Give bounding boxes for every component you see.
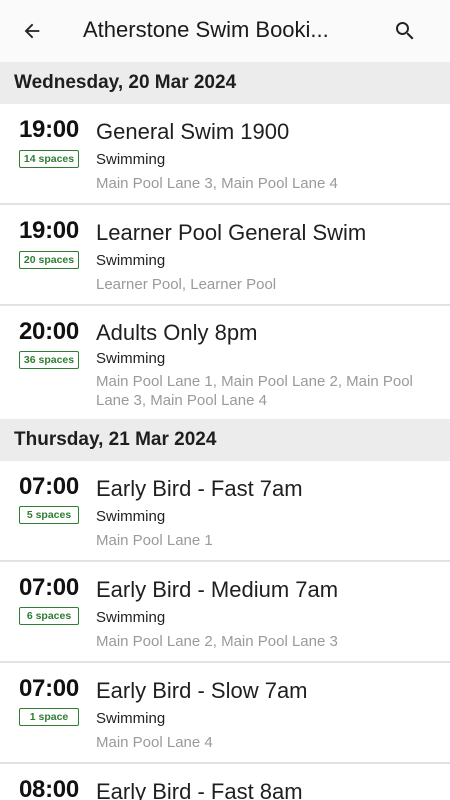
session-time: 07:00 (19, 473, 79, 500)
session-name: Early Bird - Medium 7am (96, 577, 339, 602)
session-time: 08:00 (19, 776, 79, 800)
search-button[interactable] (390, 16, 420, 46)
app-bar: Atherstone Swim Booki... (0, 0, 450, 62)
session-row[interactable]: 07:00 5 spaces Early Bird - Fast 7am Swi… (0, 461, 450, 562)
session-row[interactable]: 08:00 Early Bird - Fast 8am (0, 764, 450, 800)
session-time: 19:00 (19, 116, 79, 143)
session-row[interactable]: 19:00 20 spaces Learner Pool General Swi… (0, 205, 450, 306)
session-activity: Swimming (96, 350, 166, 367)
session-row[interactable]: 07:00 1 space Early Bird - Slow 7am Swim… (0, 663, 450, 764)
session-locations: Main Pool Lane 2, Main Pool Lane 3 (96, 633, 338, 650)
session-activity: Swimming (96, 710, 166, 727)
session-locations: Main Pool Lane 4 (96, 734, 213, 751)
day-header: Thursday, 21 Mar 2024 (0, 419, 450, 461)
session-name: Early Bird - Slow 7am (96, 678, 308, 703)
session-name: Adults Only 8pm (96, 320, 258, 345)
session-name: General Swim 1900 (96, 119, 290, 144)
session-time: 19:00 (19, 217, 79, 244)
session-name: Early Bird - Fast 7am (96, 476, 303, 501)
spaces-badge: 1 space (19, 708, 79, 726)
session-name: Early Bird - Fast 8am (96, 779, 303, 800)
session-activity: Swimming (96, 151, 166, 168)
spaces-badge: 5 spaces (19, 506, 79, 524)
session-locations: Main Pool Lane 3, Main Pool Lane 4 (96, 175, 338, 192)
session-time: 20:00 (19, 318, 79, 345)
session-locations: Learner Pool, Learner Pool (96, 276, 277, 293)
day-header: Wednesday, 20 Mar 2024 (0, 62, 450, 104)
session-name: Learner Pool General Swim (96, 220, 367, 245)
page-title: Atherstone Swim Booki... (83, 17, 329, 42)
spaces-badge: 20 spaces (19, 251, 79, 269)
session-row[interactable]: 20:00 36 spaces Adults Only 8pm Swimming… (0, 306, 450, 419)
session-locations: Main Pool Lane 1 (96, 532, 213, 549)
session-locations: Main Pool Lane 1, Main Pool Lane 2, Main… (96, 373, 413, 409)
search-icon (396, 22, 414, 40)
back-button[interactable] (18, 17, 46, 45)
spaces-badge: 36 spaces (19, 351, 79, 369)
session-time: 07:00 (19, 574, 79, 601)
session-list[interactable]: Wednesday, 20 Mar 2024 19:00 14 spaces G… (0, 62, 450, 800)
spaces-badge: 6 spaces (19, 607, 79, 625)
session-time: 07:00 (19, 675, 79, 702)
session-activity: Swimming (96, 609, 166, 626)
spaces-badge: 14 spaces (19, 150, 79, 168)
session-row[interactable]: 07:00 6 spaces Early Bird - Medium 7am S… (0, 562, 450, 663)
session-activity: Swimming (96, 508, 166, 525)
session-activity: Swimming (96, 252, 166, 269)
session-row[interactable]: 19:00 14 spaces General Swim 1900 Swimmi… (0, 104, 450, 205)
arrow-left-icon (24, 23, 40, 39)
